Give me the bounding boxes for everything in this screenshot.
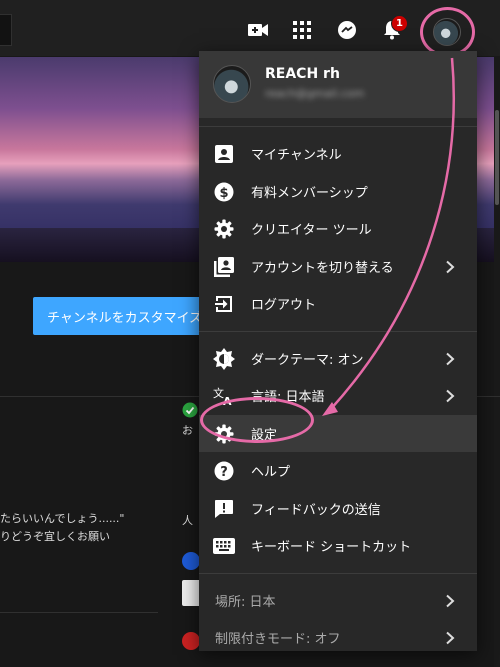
menu-item-label: 場所: 日本 [215,594,276,610]
side-text-1: お [182,424,193,437]
menu-item-label: フィードバックの送信 [251,502,381,518]
menu-item-send-feedback[interactable]: フィードバックの送信 [199,490,477,528]
menu-item-settings[interactable]: 設定 [199,414,477,452]
account-avatar [213,65,251,103]
account-header: REACH rh reach@gmail.com [199,51,477,118]
account-email: reach@gmail.com [265,87,365,99]
video-camera-icon[interactable] [246,18,270,42]
menu-item-label: マイチャンネル [251,148,342,164]
theme-icon [213,347,235,370]
search-box-edge[interactable] [0,14,12,46]
channel-avatar[interactable] [182,552,200,570]
input-edge[interactable] [182,580,200,606]
comment-text-line-1: たらいいんでしょう......" [0,512,125,525]
account-avatar-button[interactable] [433,18,461,46]
comment-text-line-2: りどうぞ宜しくお願い [0,530,110,543]
feedback-icon [213,498,235,520]
keyboard-icon [213,535,235,557]
switch-account-icon [213,256,235,278]
menu-separator [199,572,477,574]
check-circle-icon [182,402,198,418]
menu-item-paid-memberships[interactable]: $ 有料メンバーシップ [199,173,477,211]
menu-item-help[interactable]: ? ヘルプ [199,452,477,490]
apps-grid-icon[interactable] [290,18,314,42]
svg-text:A: A [223,395,232,406]
menu-item-restricted-mode[interactable]: 制限付きモード: オフ [199,619,477,657]
divider [0,612,158,613]
gear-icon [213,423,235,445]
svg-text:$: $ [219,186,228,201]
person-box-icon [213,143,235,165]
customize-channel-button[interactable]: チャンネルをカスタマイズ [33,297,213,335]
menu-item-my-channel[interactable]: マイチャンネル [199,135,477,173]
right-column-peek-4 [178,630,200,660]
menu-item-dark-theme[interactable]: ダークテーマ: オン [199,340,477,378]
menu-item-label: 有料メンバーシップ [251,185,368,201]
menu-item-label: キーボード ショートカット [251,540,412,556]
logout-icon [213,293,235,315]
gear-icon [213,218,235,240]
menu-item-label: 設定 [251,427,278,443]
messenger-icon[interactable] [335,18,359,42]
right-column-peek: お [178,400,200,440]
menu-item-label: クリエイター ツール [251,223,372,239]
menu-item-label: ヘルプ [251,465,291,481]
account-name: REACH rh [265,66,340,82]
translate-icon: 文A [213,385,235,407]
menu-item-label: 言語: 日本語 [251,390,325,406]
right-column-peek-3 [178,550,200,610]
menu-item-label: アカウントを切り替える [251,260,394,276]
menu-item-switch-account[interactable]: アカウントを切り替える [199,248,477,286]
menu-item-label: ダークテーマ: オン [251,352,364,368]
menu-item-label: ログアウト [251,298,317,314]
account-menu: REACH rh reach@gmail.com マイチャンネル $ 有料メンバ… [199,51,477,651]
channel-avatar[interactable] [182,632,200,650]
menu-item-label: 制限付きモード: オフ [215,632,341,648]
chevron-right-icon [446,594,455,607]
chevron-right-icon [446,260,455,273]
chevron-right-icon [446,389,455,403]
svg-text:?: ? [220,465,228,480]
menu-item-logout[interactable]: ログアウト [199,285,477,323]
menu-separator [199,330,477,332]
top-bar: 1 [0,0,500,56]
chevron-right-icon [446,631,455,645]
menu-item-creator-tools[interactable]: クリエイター ツール [199,210,477,248]
menu-item-keyboard-shortcuts[interactable]: キーボード ショートカット [199,527,477,565]
menu-item-location[interactable]: 場所: 日本 [199,582,477,620]
side-text-2: 人 [182,514,193,527]
help-icon: ? [213,460,235,482]
scrollbar-thumb[interactable] [495,110,499,205]
menu-separator [199,126,477,127]
chevron-right-icon [446,352,455,365]
right-column-peek-2: 人 [178,510,200,530]
menu-item-language[interactable]: 文A 言語: 日本語 [199,377,477,415]
notification-badge: 1 [391,15,408,32]
dollar-circle-icon: $ [213,181,235,203]
